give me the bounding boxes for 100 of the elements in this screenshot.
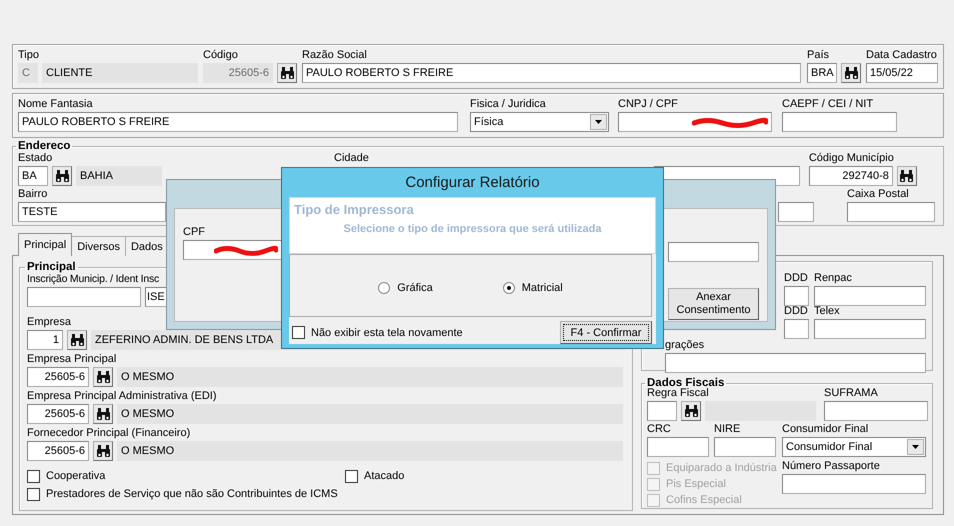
field-label: Regra Fiscal (647, 387, 709, 399)
field-label: CAEPF / CEI / NIT (782, 98, 874, 110)
checkbox[interactable] (27, 470, 40, 482)
input-field[interactable] (183, 240, 282, 260)
input-field[interactable]: BAHIA (76, 166, 162, 186)
tab[interactable]: Dados (124, 236, 169, 256)
field-label: CRC (647, 423, 671, 435)
radio-button[interactable] (378, 282, 390, 294)
input-field[interactable]: O MESMO (117, 367, 623, 387)
checkbox[interactable] (345, 470, 358, 482)
binoculars-icon (96, 370, 110, 384)
dropdown[interactable]: Física (470, 112, 609, 132)
input-field[interactable]: TESTE (18, 202, 166, 222)
input-field[interactable] (647, 401, 677, 421)
input-field[interactable]: 25605-6 (27, 367, 89, 387)
lookup-button[interactable] (896, 166, 917, 186)
lookup-button[interactable] (277, 63, 297, 83)
checkbox-label: Equiparado a Indústria (666, 462, 777, 474)
field-label: Razão Social (302, 49, 367, 61)
confirm-button[interactable]: F4 - Confirmar (560, 321, 652, 344)
tab[interactable]: Principal (18, 233, 72, 256)
field-label: Data Cadastro (866, 49, 937, 61)
checkbox-label: Cooperativa (46, 470, 106, 482)
input-field[interactable] (847, 202, 935, 222)
input-field[interactable] (668, 242, 759, 262)
field-label: Código Município (808, 152, 894, 164)
binoculars-icon (899, 169, 914, 183)
checkbox[interactable] (27, 488, 40, 500)
field-label: DDD (784, 305, 808, 317)
checkbox-label: Não exibir esta tela novamente (311, 326, 463, 338)
input-field[interactable] (618, 112, 772, 132)
redaction-scribble (214, 244, 278, 256)
input-field[interactable]: 25605-6 (27, 404, 89, 424)
input-field[interactable] (714, 437, 776, 457)
field-label: Tipo (18, 49, 39, 61)
field-label: País (807, 49, 830, 61)
input-field[interactable] (782, 112, 897, 132)
caret-icon (595, 120, 602, 124)
radio-label: Gráfica (397, 282, 433, 294)
lookup-button[interactable] (67, 330, 87, 350)
input-field[interactable] (665, 353, 926, 373)
input-field[interactable] (784, 286, 809, 306)
input-field[interactable] (782, 474, 926, 494)
input-field[interactable] (647, 437, 709, 457)
input-field[interactable] (814, 286, 926, 306)
binoculars-icon (96, 444, 110, 458)
field-label: Empresa (27, 316, 72, 328)
binoculars-icon (280, 66, 294, 80)
checkbox[interactable] (292, 326, 305, 339)
lookup-button[interactable] (841, 63, 861, 83)
tab[interactable]: Diversos (71, 236, 126, 256)
binoculars-icon (96, 407, 110, 421)
field-label: CPF (183, 226, 205, 238)
input-field[interactable]: 25605-6 (27, 441, 89, 461)
input-field[interactable]: O MESMO (117, 404, 623, 424)
field-label: SUFRAMA (824, 387, 878, 399)
input-field[interactable] (824, 401, 928, 421)
group-title: Endereco (17, 140, 72, 152)
input-field[interactable] (778, 202, 814, 222)
field-label: Bairro (18, 188, 48, 200)
input-field[interactable] (27, 287, 141, 307)
input-field[interactable]: PAULO ROBERTO S FREIRE (302, 63, 801, 83)
input-field[interactable]: 1 (27, 330, 63, 350)
attach-consent-button[interactable]: Anexar Consentimento (668, 288, 759, 320)
field-label: grações (665, 339, 704, 351)
field-label: Consumidor Final (782, 423, 868, 435)
input-field[interactable]: 292740-8 (808, 166, 893, 186)
field-label: Fornecedor Principal (Financeiro) (27, 427, 190, 439)
input-field[interactable] (784, 319, 809, 339)
field-label: Estado (18, 152, 52, 164)
checkbox-label: Prestadores de Serviço que não são Contribuintes de ICMS (46, 488, 338, 500)
checkbox-label: Pis Especial (666, 478, 726, 490)
field-label: Número Passaporte (782, 460, 880, 472)
field-label: Fisica / Juridica (470, 98, 546, 110)
input-field[interactable]: PAULO ROBERTO S FREIRE (18, 112, 458, 132)
binoculars-icon (684, 404, 698, 418)
instruction-text: Selecione o tipo de impressora que será utilizada (344, 223, 602, 235)
lookup-button[interactable] (93, 441, 113, 461)
field-label: Inscrição Municip. / Ident Insc (27, 273, 160, 285)
input-field[interactable]: O MESMO (117, 441, 623, 461)
field-label: Nome Fantasia (18, 98, 93, 110)
radio-button[interactable] (502, 282, 515, 294)
field-label: Telex (814, 305, 840, 317)
lookup-button[interactable] (93, 367, 113, 387)
checkbox-label: Atacado (364, 470, 404, 482)
binoculars-icon (70, 333, 84, 347)
section-heading: Tipo de Impressora (294, 202, 414, 217)
input-field[interactable]: 15/05/22 (866, 63, 938, 83)
input-field[interactable] (814, 319, 926, 339)
dropdown[interactable]: Consumidor Final (782, 437, 926, 457)
lookup-button[interactable] (93, 404, 113, 424)
lookup-button[interactable] (52, 166, 72, 186)
field-label: DDD (784, 272, 808, 284)
field-label: Renpac (814, 272, 852, 284)
input-field[interactable]: BA (18, 166, 48, 186)
lookup-button[interactable] (681, 401, 701, 421)
field-label: NIRE (714, 423, 740, 435)
group-title: Principal (26, 261, 77, 273)
input-field[interactable]: BRA (807, 63, 837, 83)
field-label: Empresa Principal (27, 353, 116, 365)
